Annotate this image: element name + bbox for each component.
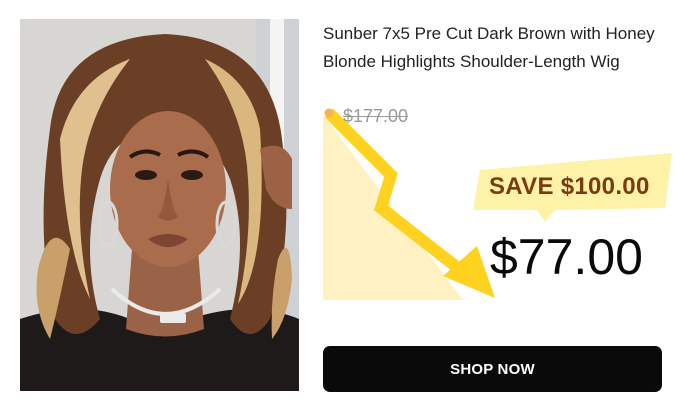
product-title[interactable]: Sunber 7x5 Pre Cut Dark Brown with Honey…: [323, 20, 668, 76]
product-image[interactable]: [20, 19, 299, 391]
savings-badge: SAVE $100.00: [489, 173, 650, 200]
shop-now-button[interactable]: SHOP NOW: [323, 346, 662, 392]
product-card: Sunber 7x5 Pre Cut Dark Brown with Honey…: [0, 0, 682, 411]
original-price: $177.00: [343, 106, 409, 126]
sale-price: $77.00: [490, 229, 643, 285]
